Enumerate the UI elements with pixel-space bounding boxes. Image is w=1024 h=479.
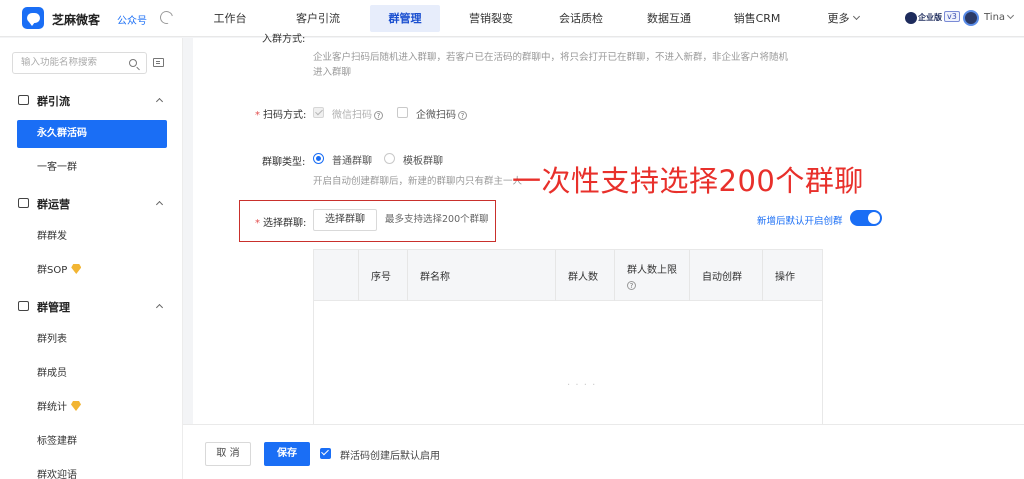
entry-mode-hint: 企业客户扫码后随机进入群聊，若客户已在活码的群聊中，将只会打开已在群聊，不进入新… bbox=[313, 50, 823, 80]
sidebar-item-label: 群SOP bbox=[37, 265, 68, 276]
chevron-down-icon bbox=[852, 12, 860, 21]
table-header: 序号 群名称 群人数 群人数上限 ? 自动创群 操作 bbox=[314, 250, 822, 301]
moon-icon[interactable] bbox=[157, 8, 176, 27]
entry-mode-hint-line1: 企业客户扫码后随机进入群聊，若客户已在活码的群聊中，将只会打开已在群聊，不进入新… bbox=[313, 52, 789, 63]
group-type-template-radio[interactable] bbox=[384, 153, 395, 164]
feature-annotation: 一次性支持选择200个群聊 bbox=[512, 164, 864, 198]
sidebar-item-group-sop[interactable]: 群SOP bbox=[17, 257, 167, 285]
default-enable-label: 群活码创建后默认启用 bbox=[340, 451, 440, 462]
table-empty-placeholder: · · · · bbox=[567, 380, 597, 391]
help-icon[interactable]: ? bbox=[374, 111, 383, 120]
auto-create-toggle-label: 新增后默认开启创群 bbox=[757, 216, 843, 227]
table-header-select bbox=[314, 250, 359, 301]
select-group-hint: 最多支持选择200个群聊 bbox=[385, 214, 489, 225]
sidebar-item-permanent-group-code[interactable]: 永久群活码 bbox=[17, 120, 167, 148]
entry-mode-label: 入群方式: bbox=[262, 34, 306, 45]
chevron-up-icon bbox=[155, 97, 164, 106]
sidebar-group-label: 群引流 bbox=[37, 95, 70, 108]
chat-icon bbox=[18, 198, 29, 208]
sidebar: 群引流 永久群活码 一客一群 群运营 群群发 群SOP 群管理 群列表 群成员 … bbox=[0, 38, 183, 479]
table-header-member-limit-label: 群人数上限 bbox=[627, 265, 677, 276]
table-header-member-limit: 群人数上限 ? bbox=[615, 250, 690, 301]
sidebar-item-group-welcome[interactable]: 群欢迎语 bbox=[17, 462, 167, 479]
scan-wecom-checkbox[interactable] bbox=[397, 107, 408, 118]
scan-method-label: * 扫码方式: bbox=[255, 110, 307, 121]
select-group-label: * 选择群聊: bbox=[255, 218, 307, 229]
table-header-actions: 操作 bbox=[775, 272, 795, 283]
chat-icon bbox=[18, 301, 29, 311]
table-header-auto-create: 自动创群 bbox=[690, 250, 763, 301]
select-group-button[interactable]: 选择群聊 bbox=[313, 209, 377, 231]
group-type-template-label: 模板群聊 bbox=[403, 156, 443, 167]
scan-wecom-label: 企微扫码 bbox=[416, 110, 456, 121]
nav-data-interop[interactable]: 数据互通 bbox=[636, 5, 702, 32]
table-header-index: 序号 bbox=[359, 250, 408, 301]
logo-icon bbox=[22, 7, 44, 29]
scan-wechat-option: 微信扫码? bbox=[332, 106, 383, 121]
nav-session-quality[interactable]: 会话质检 bbox=[548, 5, 614, 32]
account-type-switch[interactable]: 公众号 bbox=[117, 12, 147, 27]
edition-label: 企业版 bbox=[918, 13, 942, 22]
user-add-icon bbox=[18, 95, 29, 105]
default-enable-checkbox[interactable] bbox=[320, 448, 331, 459]
vip-diamond-icon bbox=[71, 264, 82, 274]
group-type-normal-label: 普通群聊 bbox=[332, 156, 372, 167]
save-button[interactable]: 保存 bbox=[264, 442, 310, 466]
help-icon[interactable]: ? bbox=[627, 281, 636, 290]
sidebar-item-group-statistics[interactable]: 群统计 bbox=[17, 394, 167, 422]
edition-logo-icon bbox=[905, 12, 917, 24]
search-icon[interactable] bbox=[129, 59, 137, 67]
cancel-button[interactable]: 取 消 bbox=[205, 442, 251, 466]
sidebar-group-group-acquisition[interactable]: 群引流 bbox=[0, 90, 182, 112]
chevron-down-icon[interactable] bbox=[1006, 11, 1015, 20]
user-name[interactable]: Tina bbox=[984, 12, 1005, 23]
table-header-member-count: 群人数 bbox=[556, 250, 615, 301]
group-type-hint: 开启自动创建群聊后，新建的群聊内只有群主一人 bbox=[313, 176, 523, 187]
nav-customer-acquisition[interactable]: 客户引流 bbox=[285, 5, 351, 32]
selected-groups-table: 序号 群名称 群人数 群人数上限 ? 自动创群 操作 · · · · bbox=[313, 249, 823, 425]
function-search[interactable] bbox=[12, 52, 147, 74]
help-icon[interactable]: ? bbox=[458, 111, 467, 120]
chevron-up-icon bbox=[155, 303, 164, 312]
vip-diamond-icon bbox=[71, 401, 81, 411]
nav-marketing-fission[interactable]: 营销裂变 bbox=[458, 5, 524, 32]
top-navigation-bar: 芝麻微客 公众号 工作台 客户引流 群管理 营销裂变 会话质检 数据互通 销售C… bbox=[0, 0, 1024, 37]
sidebar-group-group-operations[interactable]: 群运营 bbox=[0, 193, 182, 215]
sidebar-item-tag-group-creation[interactable]: 标签建群 bbox=[17, 428, 167, 456]
nav-more-label: 更多 bbox=[827, 12, 850, 25]
footer-action-bar: 取 消 保存 群活码创建后默认启用 bbox=[183, 424, 1024, 479]
sidebar-collapse-icon[interactable] bbox=[153, 58, 164, 67]
sidebar-group-group-management[interactable]: 群管理 bbox=[0, 296, 182, 318]
scan-wechat-label: 微信扫码 bbox=[332, 110, 372, 121]
sidebar-item-one-customer-one-group[interactable]: 一客一群 bbox=[17, 154, 167, 182]
app-name: 芝麻微客 bbox=[52, 13, 101, 27]
nav-more[interactable]: 更多 bbox=[818, 5, 868, 32]
group-type-normal-radio[interactable] bbox=[313, 153, 324, 164]
select-group-label-text: 选择群聊: bbox=[263, 218, 307, 229]
sidebar-item-label: 群统计 bbox=[37, 402, 67, 413]
sidebar-item-group-members[interactable]: 群成员 bbox=[17, 360, 167, 388]
scan-method-label-text: 扫码方式: bbox=[263, 110, 307, 121]
sidebar-group-label: 群管理 bbox=[37, 301, 70, 314]
nav-group-management[interactable]: 群管理 bbox=[370, 5, 440, 32]
group-type-label: 群聊类型: bbox=[262, 157, 306, 168]
sidebar-item-group-broadcast[interactable]: 群群发 bbox=[17, 223, 167, 251]
auto-create-toggle[interactable] bbox=[850, 210, 882, 226]
chevron-up-icon bbox=[155, 200, 164, 209]
nav-sales-crm[interactable]: 销售CRM bbox=[724, 5, 790, 32]
nav-workbench[interactable]: 工作台 bbox=[202, 5, 258, 32]
scan-wechat-checkbox[interactable] bbox=[313, 107, 324, 118]
function-search-input[interactable] bbox=[21, 57, 126, 68]
sidebar-group-label: 群运营 bbox=[37, 198, 70, 211]
version-badge: v3 bbox=[944, 11, 960, 22]
scan-wecom-option: 企微扫码? bbox=[416, 106, 467, 121]
avatar[interactable] bbox=[963, 10, 979, 26]
table-header-group-name: 群名称 bbox=[408, 250, 556, 301]
sidebar-item-group-list[interactable]: 群列表 bbox=[17, 326, 167, 354]
entry-mode-hint-line2: 进入群聊 bbox=[313, 67, 352, 78]
